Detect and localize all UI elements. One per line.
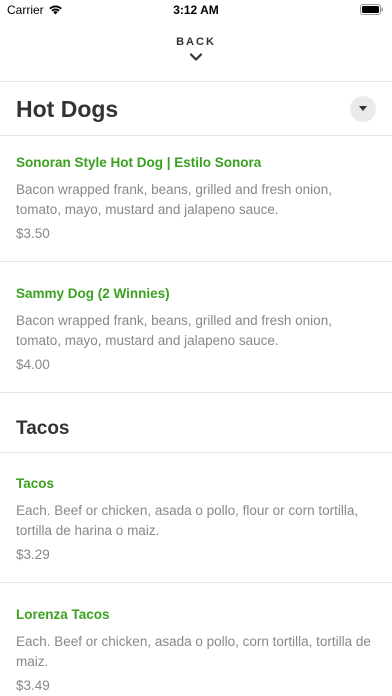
clock-time: 3:12 AM — [173, 3, 219, 17]
menu-item[interactable]: Sammy Dog (2 Winnies) Bacon wrapped fran… — [0, 285, 392, 374]
back-label: BACK — [176, 36, 216, 48]
chevron-down-icon — [189, 53, 203, 61]
section-title-tacos: Tacos — [16, 418, 70, 439]
item-price: $3.49 — [16, 678, 50, 693]
item-description: Bacon wrapped frank, beans, grilled and … — [16, 182, 332, 217]
section-dropdown-button[interactable] — [350, 96, 376, 122]
menu-item[interactable]: Sonoran Style Hot Dog | Estilo Sonora Ba… — [0, 154, 392, 243]
caret-down-icon — [359, 106, 367, 111]
menu-item[interactable]: Lorenza Tacos Each. Beef or chicken, asa… — [0, 606, 392, 695]
battery-icon — [360, 4, 383, 15]
item-name: Lorenza Tacos — [16, 607, 110, 622]
item-price: $3.29 — [16, 547, 50, 562]
divider — [0, 452, 392, 453]
item-name: Sonoran Style Hot Dog | Estilo Sonora — [16, 155, 262, 170]
item-description: Bacon wrapped frank, beans, grilled and … — [16, 313, 332, 348]
status-bar: Carrier 3:12 AM — [0, 0, 392, 22]
item-price: $3.50 — [16, 226, 50, 241]
divider — [0, 135, 392, 136]
item-name: Tacos — [16, 476, 55, 491]
item-price: $4.00 — [16, 357, 50, 372]
divider — [0, 582, 392, 583]
back-button[interactable]: BACK — [0, 36, 392, 72]
divider — [0, 392, 392, 393]
item-description: Each. Beef or chicken, asada o pollo, co… — [16, 634, 371, 669]
item-name: Sammy Dog (2 Winnies) — [16, 286, 170, 301]
divider — [0, 261, 392, 262]
menu-item[interactable]: Tacos Each. Beef or chicken, asada o pol… — [0, 475, 392, 564]
item-description: Each. Beef or chicken, asada o pollo, fl… — [16, 503, 359, 538]
section-title-hot-dogs: Hot Dogs — [16, 96, 119, 122]
divider — [0, 81, 392, 82]
